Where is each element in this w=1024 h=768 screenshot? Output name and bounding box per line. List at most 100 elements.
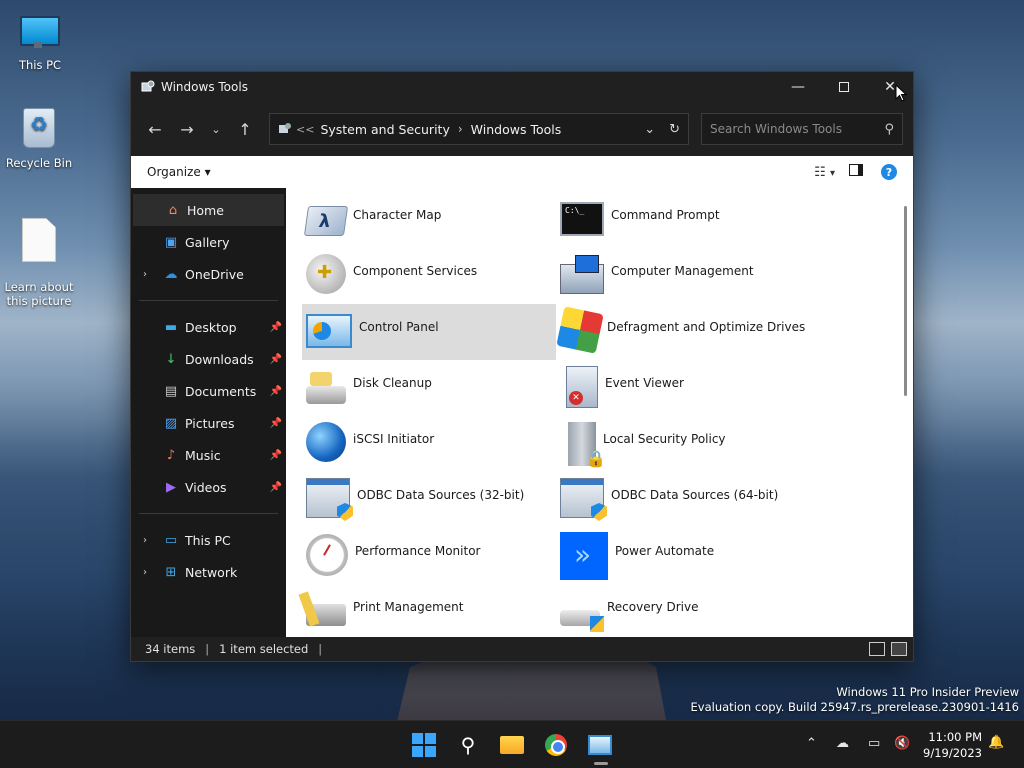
sidebar-item-label: Videos <box>185 479 227 495</box>
status-separator: | <box>205 642 210 656</box>
recent-locations-button[interactable]: ⌄ <box>203 113 229 145</box>
back-button[interactable]: ← <box>139 113 171 145</box>
view-options-button[interactable]: ☷ ▾ <box>814 165 835 180</box>
tile-odbc-64[interactable]: ODBC Data Sources (64-bit) <box>556 472 810 528</box>
tile-command-prompt[interactable]: Command Prompt <box>556 192 810 248</box>
windows-tools-taskbar-button[interactable] <box>586 731 614 759</box>
sidebar-item-documents[interactable]: ▤ Documents 📌 <box>131 375 286 407</box>
tile-recovery-drive[interactable]: Recovery Drive <box>556 584 810 639</box>
sidebar-item-onedrive[interactable]: › ☁ OneDrive <box>131 258 286 290</box>
tile-label: Event Viewer <box>605 376 684 390</box>
tile-computer-management[interactable]: Computer Management <box>556 248 810 304</box>
defrag-icon <box>556 306 604 354</box>
tile-label: Performance Monitor <box>355 544 481 558</box>
title-bar[interactable]: Windows Tools — ✕ <box>131 72 913 102</box>
file-explorer-taskbar-button[interactable] <box>498 731 526 759</box>
search-input[interactable] <box>710 122 885 136</box>
show-hidden-icons-button[interactable]: ⌃ <box>806 736 817 751</box>
tile-label: iSCSI Initiator <box>353 432 435 446</box>
chevron-right-icon[interactable]: › <box>143 269 147 280</box>
forward-button[interactable]: → <box>171 113 203 145</box>
maximize-button[interactable] <box>821 72 867 102</box>
desktop-icon-recycle-bin[interactable]: Recycle Bin <box>1 108 77 170</box>
power-automate-icon <box>560 532 608 580</box>
arrow-left-icon: ← <box>148 119 162 139</box>
tile-defragment[interactable]: Defragment and Optimize Drives <box>556 304 810 360</box>
caret-down-icon: ▾ <box>204 165 211 179</box>
sidebar-item-this-pc[interactable]: › ▭ This PC <box>131 524 286 556</box>
tile-control-panel[interactable]: Control Panel <box>302 304 556 360</box>
tile-event-viewer[interactable]: Event Viewer <box>556 360 810 416</box>
breadcrumb-system-and-security[interactable]: System and Security <box>320 122 449 137</box>
address-dropdown-button[interactable]: ⌄ <box>644 122 655 137</box>
sidebar-item-downloads[interactable]: ↓ Downloads 📌 <box>131 343 286 375</box>
notification-bell-icon[interactable]: 🔔 <box>988 735 1004 750</box>
taskbar-clock[interactable]: 11:00 PM 9/19/2023 <box>923 729 982 761</box>
breadcrumb-overflow[interactable]: << <box>296 123 314 136</box>
help-icon: ? <box>885 165 893 179</box>
address-bar[interactable]: << System and Security › Windows Tools ⌄… <box>269 113 689 145</box>
sidebar-item-pictures[interactable]: ▨ Pictures 📌 <box>131 407 286 439</box>
disk-cleanup-icon <box>306 372 346 404</box>
chevron-right-icon[interactable]: › <box>143 567 147 578</box>
onedrive-tray-icon[interactable]: ☁ <box>836 736 849 751</box>
download-icon: ↓ <box>165 351 177 367</box>
component-services-icon <box>306 254 346 294</box>
pin-icon: 📌 <box>269 417 282 429</box>
recovery-drive-icon <box>560 610 604 632</box>
tiles-view-button[interactable] <box>891 642 907 656</box>
tile-local-security-policy[interactable]: Local Security Policy <box>556 416 810 472</box>
sidebar-item-home[interactable]: ⌂ Home <box>133 194 284 226</box>
sidebar-item-desktop[interactable]: ▬ Desktop 📌 <box>131 311 286 343</box>
navigation-pane: ⌂ Home ▣ Gallery › ☁ OneDrive ▬ Desktop … <box>131 188 286 639</box>
details-view-button[interactable] <box>869 642 885 656</box>
up-button[interactable]: ↑ <box>229 113 261 145</box>
print-management-icon <box>306 604 346 626</box>
performance-monitor-icon <box>306 534 348 576</box>
minimize-icon: — <box>791 79 805 95</box>
monitor-icon: ▭ <box>164 532 178 548</box>
windows-tools-icon <box>588 735 612 755</box>
sidebar-item-network[interactable]: › ⊞ Network <box>131 556 286 588</box>
view-list-icon: ☷ <box>814 164 826 180</box>
chevron-right-icon[interactable]: › <box>143 535 147 546</box>
tile-power-automate[interactable]: Power Automate <box>556 528 810 584</box>
refresh-button[interactable]: ↻ <box>669 122 680 137</box>
tile-performance-monitor[interactable]: Performance Monitor <box>302 528 556 584</box>
search-box[interactable]: ⚲ <box>701 113 903 145</box>
sidebar-divider <box>139 513 278 514</box>
search-taskbar-button[interactable]: ⚲ <box>454 731 482 759</box>
start-button[interactable] <box>410 731 438 759</box>
caret-down-icon: ▾ <box>829 167 835 179</box>
chrome-taskbar-button[interactable] <box>542 731 570 759</box>
windows-tools-icon <box>279 123 291 133</box>
computer-management-icon <box>560 255 604 294</box>
chrome-icon <box>545 734 567 756</box>
sidebar-item-videos[interactable]: ▶ Videos 📌 <box>131 471 286 503</box>
network-tray-icon[interactable]: ▭ <box>868 736 880 751</box>
sidebar-item-gallery[interactable]: ▣ Gallery <box>131 226 286 258</box>
minimize-button[interactable]: — <box>775 72 821 102</box>
sidebar-item-label: Home <box>187 202 224 218</box>
desktop-icon-this-pc[interactable]: This PC <box>2 10 78 72</box>
tile-character-map[interactable]: Character Map <box>302 192 556 248</box>
organize-button[interactable]: Organize ▾ <box>147 165 211 179</box>
help-button[interactable]: ? <box>881 164 897 180</box>
desktop-icon-learn-about-picture[interactable]: Learn about this picture <box>1 204 77 322</box>
refresh-icon: ↻ <box>669 121 680 137</box>
tile-print-management[interactable]: Print Management <box>302 584 556 639</box>
tile-odbc-32[interactable]: ODBC Data Sources (32-bit) <box>302 472 556 528</box>
tile-component-services[interactable]: Component Services <box>302 248 556 304</box>
breadcrumb-windows-tools[interactable]: Windows Tools <box>471 122 562 137</box>
odbc-32-icon <box>306 478 350 518</box>
tile-iscsi-initiator[interactable]: iSCSI Initiator <box>302 416 556 472</box>
active-app-indicator <box>594 762 608 765</box>
preview-pane-button[interactable] <box>849 164 863 180</box>
search-icon: ⚲ <box>884 121 894 137</box>
tile-disk-cleanup[interactable]: Disk Cleanup <box>302 360 556 416</box>
sidebar-item-music[interactable]: ♪ Music 📌 <box>131 439 286 471</box>
pin-icon: 📌 <box>269 321 282 333</box>
volume-muted-icon[interactable]: 🔇 <box>894 736 910 751</box>
vertical-scrollbar[interactable] <box>904 206 907 396</box>
sidebar-item-label: Music <box>185 447 221 463</box>
